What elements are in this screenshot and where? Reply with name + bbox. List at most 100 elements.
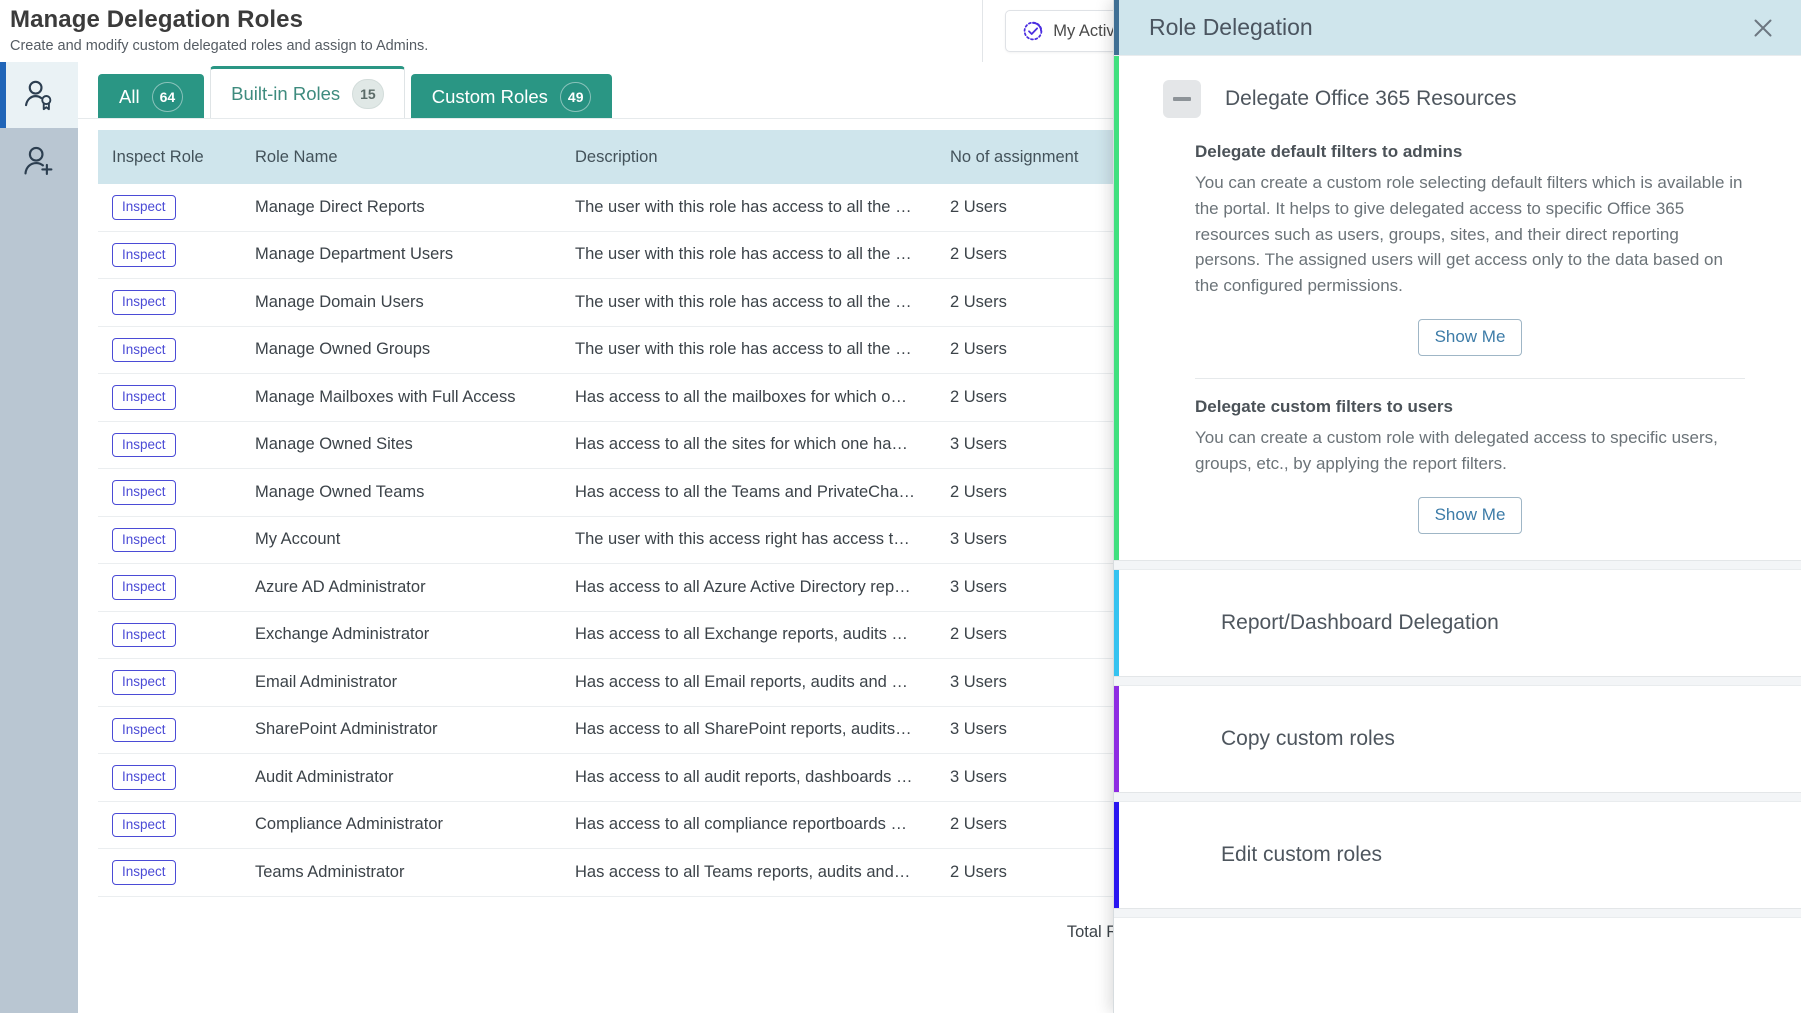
- cell-role-name: Email Administrator: [241, 659, 561, 707]
- cell-role-name: Exchange Administrator: [241, 611, 561, 659]
- panel-footer-spacer: [1114, 917, 1801, 1013]
- plus-icon[interactable]: [1167, 840, 1197, 870]
- cell-description: Has access to all Exchange reports, audi…: [561, 611, 936, 659]
- inspect-button[interactable]: Inspect: [112, 813, 176, 838]
- sidebar-item-manage-delegation-roles[interactable]: [0, 62, 78, 128]
- accordion-title-copy-custom-roles: Copy custom roles: [1221, 727, 1395, 751]
- accordion-delegate-office-365-resources: Delegate Office 365 Resources Delegate d…: [1114, 55, 1801, 561]
- cell-inspect: Inspect: [98, 754, 241, 802]
- sidebar-rail: [0, 62, 78, 1013]
- app-root: Manage Delegation Roles Create and modif…: [0, 0, 1801, 1013]
- inspect-button[interactable]: Inspect: [112, 385, 176, 410]
- cell-role-name: Manage Owned Sites: [241, 421, 561, 469]
- header-text-block: Manage Delegation Roles Create and modif…: [0, 0, 428, 54]
- cell-role-name: Audit Administrator: [241, 754, 561, 802]
- tab-custom-roles-count: 49: [560, 82, 592, 112]
- block-delegate-custom-filters: Delegate custom filters to users You can…: [1195, 397, 1745, 534]
- column-description: Description: [561, 130, 936, 184]
- accordion-copy-custom-roles: Copy custom roles: [1114, 685, 1801, 793]
- panel-title: Role Delegation: [1149, 14, 1313, 41]
- section-divider: [1195, 378, 1745, 379]
- cell-role-name: Teams Administrator: [241, 849, 561, 897]
- close-icon[interactable]: [1749, 14, 1777, 42]
- accordion-header-delegate-office-365-resources[interactable]: Delegate Office 365 Resources: [1119, 56, 1801, 142]
- inspect-button[interactable]: Inspect: [112, 338, 176, 363]
- cell-role-name: Manage Direct Reports: [241, 184, 561, 231]
- cell-inspect: Inspect: [98, 184, 241, 231]
- tab-custom-roles-label: Custom Roles: [432, 86, 548, 108]
- inspect-button[interactable]: Inspect: [112, 623, 176, 648]
- block-delegate-default-filters: Delegate default filters to admins You c…: [1195, 142, 1745, 356]
- page-subtitle: Create and modify custom delegated roles…: [10, 38, 428, 54]
- inspect-button[interactable]: Inspect: [112, 480, 176, 505]
- inspect-button[interactable]: Inspect: [112, 575, 176, 600]
- cell-role-name: Manage Mailboxes with Full Access: [241, 374, 561, 422]
- cell-inspect: Inspect: [98, 801, 241, 849]
- cell-inspect: Inspect: [98, 469, 241, 517]
- inspect-button[interactable]: Inspect: [112, 195, 176, 220]
- cell-inspect: Inspect: [98, 326, 241, 374]
- panel-body: Delegate Office 365 Resources Delegate d…: [1114, 55, 1801, 1013]
- cell-role-name: Azure AD Administrator: [241, 564, 561, 612]
- tab-built-in-roles-label: Built-in Roles: [231, 83, 340, 105]
- inspect-button[interactable]: Inspect: [112, 528, 176, 553]
- inspect-button[interactable]: Inspect: [112, 290, 176, 315]
- cell-inspect: Inspect: [98, 231, 241, 279]
- cell-inspect: Inspect: [98, 421, 241, 469]
- cell-description: Has access to all the sites for which on…: [561, 421, 936, 469]
- tab-all-count: 64: [152, 82, 184, 112]
- plus-icon[interactable]: [1167, 724, 1197, 754]
- tab-custom-roles[interactable]: Custom Roles 49: [411, 74, 613, 118]
- cell-inspect: Inspect: [98, 849, 241, 897]
- activities-check-icon: [1022, 20, 1044, 42]
- block-heading-default-filters: Delegate default filters to admins: [1195, 142, 1745, 162]
- tab-all[interactable]: All 64: [98, 74, 204, 118]
- accordion-title-report-dashboard-delegation: Report/Dashboard Delegation: [1221, 611, 1499, 635]
- tab-all-label: All: [119, 86, 140, 108]
- minus-icon[interactable]: [1163, 80, 1201, 118]
- cell-description: The user with this access right has acce…: [561, 516, 936, 564]
- role-delegation-panel: Role Delegation Delegate Office 365 Reso…: [1113, 0, 1801, 1013]
- accordion-report-dashboard-delegation: Report/Dashboard Delegation: [1114, 569, 1801, 677]
- cell-description: Has access to all Teams reports, audits …: [561, 849, 936, 897]
- tab-built-in-roles-count: 15: [352, 79, 384, 109]
- show-me-button-custom-filters[interactable]: Show Me: [1418, 497, 1523, 534]
- accordion-header-report-dashboard-delegation[interactable]: Report/Dashboard Delegation: [1119, 570, 1801, 676]
- plus-icon[interactable]: [1167, 608, 1197, 638]
- cell-inspect: Inspect: [98, 706, 241, 754]
- page-title: Manage Delegation Roles: [10, 6, 428, 34]
- inspect-button[interactable]: Inspect: [112, 243, 176, 268]
- inspect-button[interactable]: Inspect: [112, 718, 176, 743]
- cell-role-name: SharePoint Administrator: [241, 706, 561, 754]
- show-me-button-default-filters[interactable]: Show Me: [1418, 319, 1523, 356]
- cell-inspect: Inspect: [98, 659, 241, 707]
- accordion-header-copy-custom-roles[interactable]: Copy custom roles: [1119, 686, 1801, 792]
- cell-inspect: Inspect: [98, 564, 241, 612]
- cell-role-name: Compliance Administrator: [241, 801, 561, 849]
- cell-description: Has access to all the mailboxes for whic…: [561, 374, 936, 422]
- accordion-title-delegate-office-365-resources: Delegate Office 365 Resources: [1225, 87, 1516, 111]
- inspect-button[interactable]: Inspect: [112, 765, 176, 790]
- cell-role-name: Manage Domain Users: [241, 279, 561, 327]
- sidebar-item-add-delegation[interactable]: [0, 128, 78, 194]
- inspect-button[interactable]: Inspect: [112, 670, 176, 695]
- accordion-content-delegate-office-365-resources: Delegate default filters to admins You c…: [1119, 142, 1801, 560]
- cell-description: Has access to all Email reports, audits …: [561, 659, 936, 707]
- cell-role-name: Manage Owned Groups: [241, 326, 561, 374]
- cell-description: The user with this role has access to al…: [561, 231, 936, 279]
- cell-inspect: Inspect: [98, 611, 241, 659]
- inspect-button[interactable]: Inspect: [112, 433, 176, 458]
- panel-header: Role Delegation: [1114, 0, 1801, 55]
- accordion-header-edit-custom-roles[interactable]: Edit custom roles: [1119, 802, 1801, 908]
- cell-role-name: Manage Owned Teams: [241, 469, 561, 517]
- column-inspect-role: Inspect Role: [98, 130, 241, 184]
- cell-inspect: Inspect: [98, 374, 241, 422]
- block-heading-custom-filters: Delegate custom filters to users: [1195, 397, 1745, 417]
- cell-description: Has access to all compliance reportboard…: [561, 801, 936, 849]
- inspect-button[interactable]: Inspect: [112, 860, 176, 885]
- tab-built-in-roles[interactable]: Built-in Roles 15: [210, 66, 405, 118]
- block-text-default-filters: You can create a custom role selecting d…: [1195, 170, 1745, 299]
- cell-description: Has access to all Azure Active Directory…: [561, 564, 936, 612]
- cell-role-name: My Account: [241, 516, 561, 564]
- cell-description: The user with this role has access to al…: [561, 184, 936, 231]
